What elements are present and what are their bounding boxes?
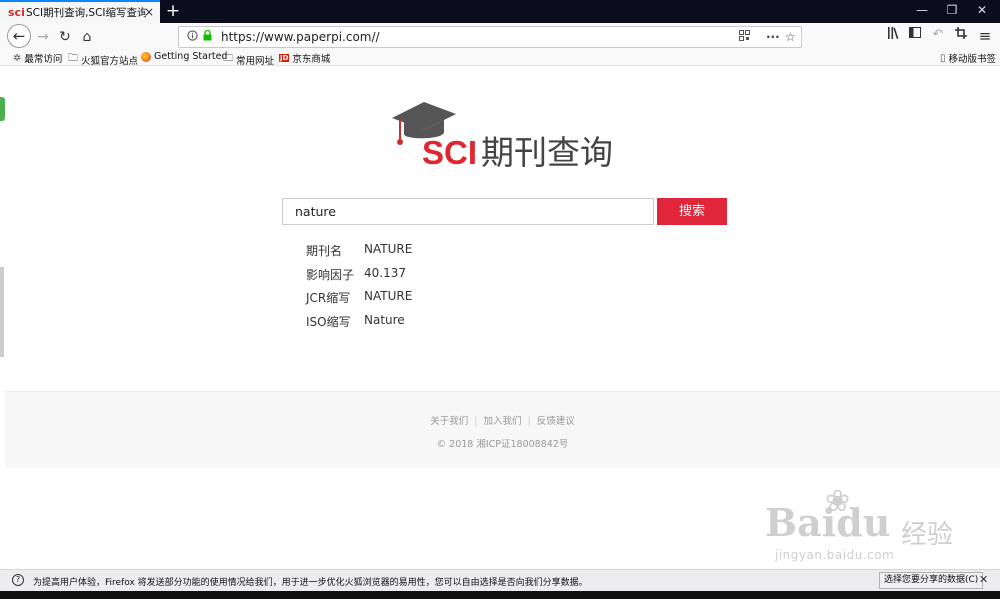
jd-icon: JD [279, 54, 290, 62]
site-favicon-icon: sci [8, 6, 25, 19]
reload-icon[interactable]: ↻ [55, 27, 75, 47]
footer-link-join[interactable]: 加入我们 [483, 416, 521, 427]
gear-icon: ✲ [13, 52, 22, 64]
url-text[interactable]: https://www.paperpi.com// [221, 30, 380, 44]
qr-icon[interactable] [739, 27, 750, 47]
baidu-watermark: ❀ Baidu 经验 jingyan.baidu.com [765, 484, 995, 570]
bookmark-label: 移动版书签 [948, 54, 997, 65]
new-tab-icon[interactable]: + [164, 1, 182, 21]
info-icon[interactable] [185, 30, 199, 44]
site-logo[interactable]: SCI 期刊查询 [390, 100, 630, 172]
logo-sci: SCI [422, 134, 478, 171]
bookmark-label: 京东商城 [292, 54, 331, 65]
taskbar [0, 591, 1000, 599]
close-icon[interactable]: ✕ [979, 573, 988, 586]
mobile-icon: ▯ [940, 52, 946, 64]
result-value: NATURE [364, 289, 413, 303]
result-row-iso-abbr: ISO缩写 Nature [306, 313, 405, 330]
lock-icon[interactable] [201, 29, 213, 44]
more-icon[interactable]: ··· [766, 27, 780, 47]
home-icon[interactable]: ⌂ [77, 27, 97, 47]
logo-title: 期刊查询 [481, 133, 614, 172]
result-row-impact-factor: 影响因子 40.137 [306, 266, 406, 283]
bookmark-label: 常用网址 [236, 55, 275, 67]
footer-link-about[interactable]: 关于我们 [430, 416, 468, 427]
forward-icon[interactable]: → [33, 27, 53, 47]
result-label: JCR缩写 [306, 291, 351, 305]
logo-text: SCI 期刊查询 [422, 126, 613, 174]
navigation-toolbar: ← → ↻ ⌂ https://www.paperpi.com// ··· ☆ … [0, 23, 1000, 50]
bookmark-common-sites[interactable]: 🗀 常用网址 [223, 51, 274, 68]
minimize-icon[interactable]: — [912, 3, 932, 17]
watermark-url: jingyan.baidu.com [775, 548, 895, 562]
tab-title: SCI期刊查询,SCI缩写查询,SCI- [26, 7, 146, 19]
bookmark-label: 火狐官方站点 [81, 55, 139, 67]
restore-icon[interactable]: ❐ [942, 3, 962, 17]
watermark-cn: 经验 [901, 520, 954, 550]
back-icon[interactable]: ← [7, 24, 31, 48]
footer-link-feedback[interactable]: 反馈建议 [537, 416, 575, 427]
result-label: 期刊名 [306, 244, 343, 258]
footer-links: 关于我们 | 加入我们 | 反馈建议 [430, 416, 575, 427]
firefox-icon [141, 51, 151, 62]
bookmarks-bar: ✲ 最常访问 🗀 火狐官方站点 Getting Started 🗀 常用网址 J… [0, 50, 1000, 68]
search-input[interactable] [282, 198, 654, 225]
bookmark-firefox-official[interactable]: 🗀 火狐官方站点 [68, 51, 138, 68]
footer-copyright: © 2018 湘ICP证18008842号 [436, 439, 569, 450]
bookmark-label: Getting Started [154, 51, 228, 62]
watermark-brand: Baidu [765, 500, 891, 545]
star-icon[interactable]: ☆ [785, 27, 796, 47]
result-value: 40.137 [364, 266, 406, 280]
close-window-icon[interactable]: ✕ [972, 3, 992, 17]
tab-close-icon[interactable]: × [144, 5, 154, 19]
sidebar-icon[interactable] [906, 27, 924, 42]
bookmark-jd[interactable]: JD 京东商城 [279, 51, 330, 65]
notification-text: 为提高用户体验，Firefox 将发送部分功能的使用情况给我们，用于进一步优化火… [33, 578, 588, 588]
crop-icon[interactable] [952, 27, 970, 43]
result-row-journal-name: 期刊名 NATURE [306, 242, 412, 259]
result-row-jcr-abbr: JCR缩写 NATURE [306, 289, 412, 306]
bookmark-getting-started[interactable]: Getting Started [141, 51, 227, 62]
title-bar: sci SCI期刊查询,SCI缩写查询,SCI- × + — ❐ ✕ [0, 0, 1000, 23]
scrollbar[interactable] [0, 267, 4, 357]
result-label: 影响因子 [306, 268, 355, 282]
result-value: Nature [364, 313, 405, 327]
search-button[interactable]: 搜索 [657, 198, 727, 225]
bookmark-most-visited[interactable]: ✲ 最常访问 [13, 51, 63, 66]
share-data-button[interactable]: 选择您要分享的数据(C) [879, 572, 984, 589]
bookmark-label: 最常访问 [24, 54, 63, 65]
telemetry-notification: ? 为提高用户体验，Firefox 将发送部分功能的使用情况给我们，用于进一步优… [0, 569, 1000, 591]
library-icon[interactable] [885, 27, 903, 43]
folder-icon: 🗀 [68, 53, 78, 64]
site-footer: 关于我们 | 加入我们 | 反馈建议 © 2018 湘ICP证18008842号 [5, 391, 1000, 468]
help-icon: ? [12, 574, 24, 586]
undo-icon[interactable]: ↶ [929, 27, 947, 42]
folder-icon: 🗀 [223, 53, 233, 64]
url-bar[interactable]: https://www.paperpi.com// ··· ☆ [178, 26, 802, 48]
bookmark-mobile[interactable]: ▯ 移动版书签 [940, 51, 997, 66]
result-label: ISO缩写 [306, 315, 351, 329]
result-value: NATURE [364, 242, 413, 256]
tab-sci-search[interactable]: sci SCI期刊查询,SCI缩写查询,SCI- × [0, 0, 160, 23]
menu-icon[interactable]: ≡ [976, 27, 994, 45]
